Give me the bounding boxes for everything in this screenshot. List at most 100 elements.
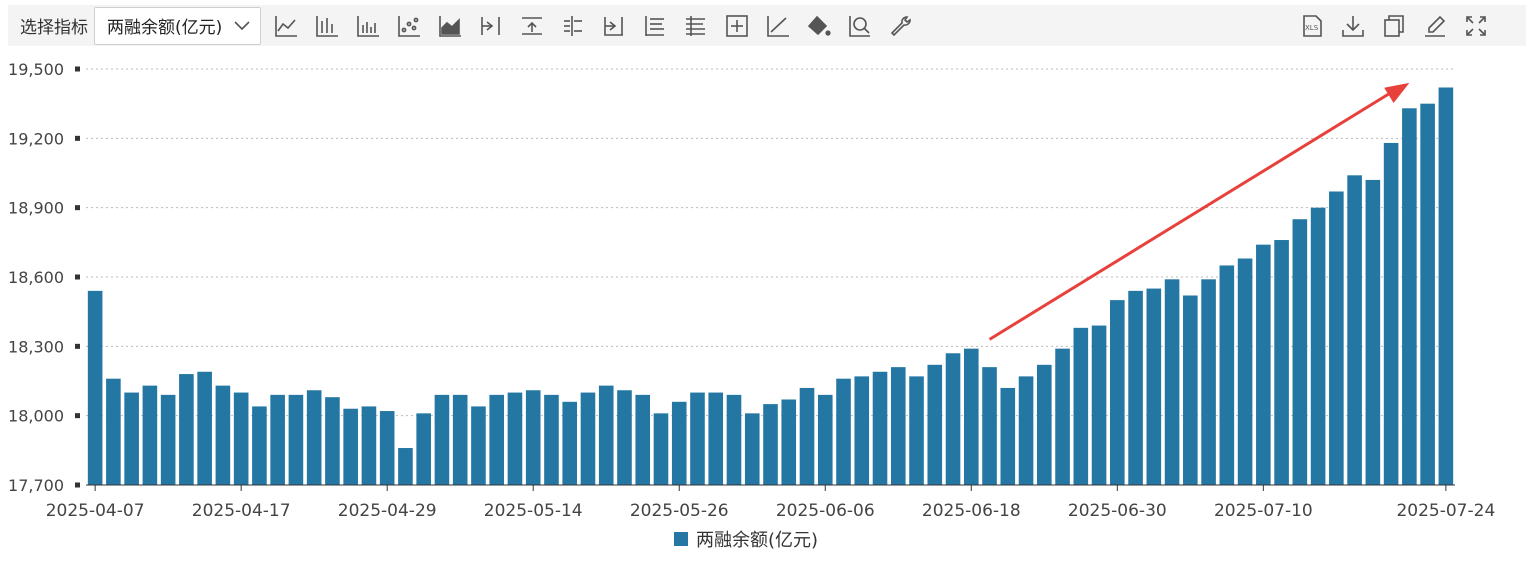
bar bbox=[580, 392, 596, 485]
bar bbox=[507, 392, 523, 485]
bar bbox=[1128, 290, 1143, 485]
bar bbox=[306, 390, 322, 485]
x-tick-label: 2025-06-06 bbox=[776, 501, 875, 521]
bar bbox=[1420, 103, 1435, 486]
bar bbox=[197, 371, 212, 485]
bar bbox=[982, 367, 997, 485]
bar bbox=[270, 394, 285, 485]
bar bbox=[562, 401, 578, 485]
y-tick-mark bbox=[75, 482, 80, 488]
bar bbox=[963, 348, 979, 485]
y-tick-mark bbox=[75, 343, 80, 349]
bar bbox=[617, 390, 632, 485]
bar bbox=[598, 385, 614, 485]
bar bbox=[398, 448, 413, 485]
bar bbox=[434, 394, 450, 485]
bar bbox=[288, 394, 304, 485]
bar bbox=[1256, 244, 1271, 485]
bar bbox=[1329, 191, 1344, 485]
bar bbox=[1146, 288, 1162, 485]
bar bbox=[854, 376, 870, 485]
y-tick-mark bbox=[75, 135, 80, 141]
bar bbox=[799, 387, 815, 485]
x-tick-label: 2025-07-24 bbox=[1396, 501, 1495, 521]
y-tick-label: 19,500 bbox=[8, 60, 64, 79]
chart-legend[interactable]: 两融余额(亿元) bbox=[674, 526, 818, 552]
bar bbox=[945, 353, 961, 485]
y-tick-label: 19,200 bbox=[8, 129, 64, 148]
bar bbox=[817, 394, 833, 485]
bar bbox=[215, 385, 231, 485]
bar bbox=[1201, 279, 1216, 485]
legend-label: 两融余额(亿元) bbox=[696, 530, 819, 551]
bar-chart: 17,700 18,000 18,300 18,600 18,900 19,200 19,5… bbox=[8, 60, 1495, 521]
bar bbox=[927, 364, 943, 485]
bar bbox=[763, 404, 778, 485]
bar bbox=[233, 392, 249, 485]
bar bbox=[325, 397, 340, 485]
trend-arrow-head bbox=[1384, 82, 1410, 104]
bar bbox=[179, 374, 194, 485]
x-tick-label: 2025-04-29 bbox=[338, 501, 437, 521]
bar bbox=[1055, 348, 1070, 485]
bar bbox=[142, 385, 158, 485]
legend-swatch bbox=[674, 532, 688, 546]
bar bbox=[890, 367, 906, 485]
bar bbox=[1402, 108, 1417, 486]
x-tick-label: 2025-05-26 bbox=[630, 501, 729, 521]
y-tick-mark bbox=[75, 66, 80, 72]
y-tick-label: 17,700 bbox=[8, 476, 64, 495]
y-tick-label: 18,600 bbox=[8, 268, 64, 287]
bar bbox=[124, 392, 139, 485]
bar bbox=[1292, 219, 1308, 485]
y-tick-label: 18,300 bbox=[8, 337, 64, 356]
y-tick-label: 18,000 bbox=[8, 407, 64, 426]
bar bbox=[489, 394, 505, 485]
bar bbox=[343, 408, 358, 485]
bar bbox=[452, 394, 468, 485]
bar bbox=[1347, 175, 1362, 486]
bar bbox=[471, 406, 486, 485]
x-tick-label: 2025-04-07 bbox=[46, 501, 145, 521]
bar bbox=[1036, 364, 1052, 485]
bar bbox=[1383, 142, 1399, 485]
bar bbox=[690, 392, 705, 485]
bar bbox=[525, 390, 541, 485]
x-tick-label: 2025-07-10 bbox=[1214, 501, 1313, 521]
bar bbox=[106, 378, 121, 485]
bar bbox=[1091, 325, 1107, 485]
bar bbox=[653, 413, 669, 485]
bar bbox=[416, 413, 431, 485]
y-tick-mark bbox=[75, 413, 80, 419]
bar bbox=[671, 401, 687, 485]
bar bbox=[160, 394, 176, 485]
bar bbox=[1310, 207, 1326, 485]
y-tick-label: 18,900 bbox=[8, 199, 64, 218]
bar bbox=[1438, 87, 1454, 485]
bar bbox=[1237, 258, 1253, 485]
bar bbox=[1274, 240, 1289, 485]
x-tick-label: 2025-04-17 bbox=[192, 501, 291, 521]
bar bbox=[1183, 295, 1198, 485]
bar bbox=[1164, 279, 1180, 485]
bar bbox=[1219, 265, 1235, 485]
bar bbox=[909, 376, 924, 485]
bar bbox=[379, 411, 395, 485]
bar bbox=[252, 406, 267, 485]
bar bbox=[1073, 327, 1089, 485]
bar bbox=[781, 399, 797, 485]
bar bbox=[1365, 179, 1381, 485]
x-tick-label: 2025-06-30 bbox=[1068, 501, 1167, 521]
bar bbox=[744, 413, 760, 485]
bar bbox=[726, 394, 742, 485]
x-tick-label: 2025-06-18 bbox=[922, 501, 1021, 521]
bar bbox=[708, 392, 724, 485]
y-tick-mark bbox=[75, 205, 80, 211]
bar bbox=[361, 406, 377, 485]
y-tick-mark bbox=[75, 274, 80, 280]
bar bbox=[1018, 376, 1034, 485]
bar bbox=[87, 290, 103, 485]
bar bbox=[872, 371, 888, 485]
bar bbox=[544, 394, 559, 485]
bar bbox=[1110, 300, 1125, 485]
